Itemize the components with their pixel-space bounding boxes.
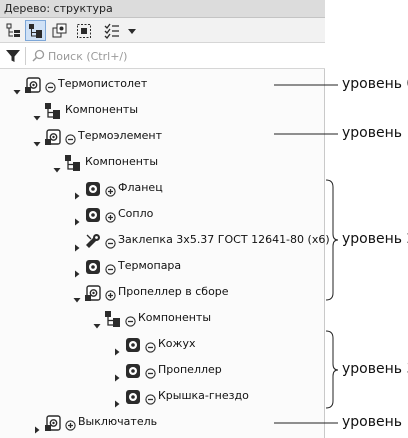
annotation-level-1: уровень 1 bbox=[342, 125, 408, 141]
annotation-level-0: уровень 0 bbox=[342, 76, 408, 92]
annotation-level-1-bottom: уровень 1 bbox=[342, 414, 408, 430]
annotation-level-3: уровень 3 bbox=[342, 361, 408, 377]
level-2-brace bbox=[325, 179, 339, 301]
level-3-brace bbox=[325, 330, 339, 409]
annotation-level-2: уровень 2 bbox=[342, 231, 408, 247]
